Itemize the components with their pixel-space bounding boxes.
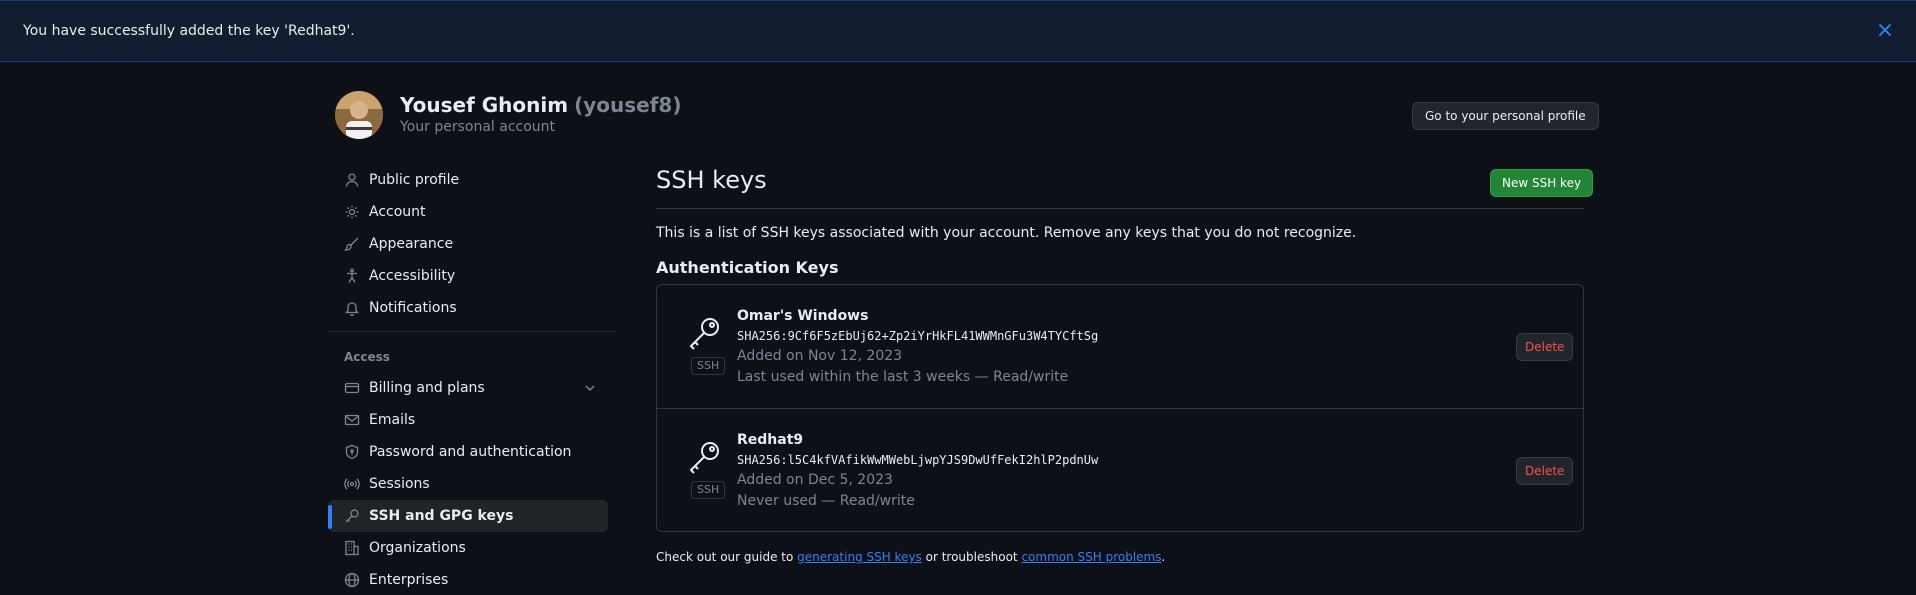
sidebar-item-organizations[interactable]: Organizations [328,533,608,563]
key-added-date: Added on Dec 5, 2023 [737,472,893,488]
ssh-keys-list: SSH Omar's Windows SHA256:9Cf6F5zEbUj62+… [656,284,1584,532]
user-handle: (yousef8) [574,93,682,117]
sidebar-divider [328,331,616,332]
sidebar-item-sessions[interactable]: Sessions [328,469,608,499]
help-text-suffix: . [1161,550,1166,564]
ssh-keys-description: This is a list of SSH keys associated wi… [656,225,1357,241]
sidebar-item-notifications[interactable]: Notifications [328,293,608,323]
avatar[interactable] [335,91,383,139]
sidebar-item-label: Appearance [369,236,454,252]
title-divider [656,208,1584,209]
accessibility-icon [344,268,360,284]
sidebar-item-public-profile[interactable]: Public profile [328,165,608,195]
authentication-keys-heading: Authentication Keys [656,258,839,277]
sidebar-item-emails[interactable]: Emails [328,405,608,435]
common-ssh-problems-link[interactable]: common SSH problems [1021,550,1161,564]
delete-key-button[interactable]: Delete [1516,333,1574,361]
chevron-down-icon[interactable] [582,380,598,396]
sidebar-item-ssh-gpg-keys[interactable]: SSH and GPG keys [328,500,608,532]
shield-lock-icon [344,444,360,460]
sidebar-item-label: Password and authentication [369,444,572,460]
key-icon [687,439,723,475]
ssh-help-note: Check out our guide to generating SSH ke… [656,550,1165,564]
sidebar-item-label: Accessibility [369,268,456,284]
gear-icon [344,204,360,220]
sidebar-item-appearance[interactable]: Appearance [328,229,608,259]
sidebar-item-label: Organizations [369,540,466,556]
globe-icon [344,572,360,588]
page-title: SSH keys [656,166,767,194]
person-icon [344,172,360,188]
sidebar-item-label: Emails [369,412,416,428]
user-name: Yousef Ghonim (yousef8) [400,93,682,117]
account-header: Yousef Ghonim (yousef8) Your personal acc… [335,91,1599,141]
key-icon [344,508,360,524]
list-item: SSH Omar's Windows SHA256:9Cf6F5zEbUj62+… [657,285,1583,408]
mail-icon [344,412,360,428]
sidebar-item-password[interactable]: Password and authentication [328,437,608,467]
go-to-profile-button[interactable]: Go to your personal profile [1412,102,1599,130]
list-item: SSH Redhat9 SHA256:l5C4kfVAfikWwMWebLjwp… [657,408,1583,532]
flash-message: You have successfully added the key 'Red… [23,23,355,39]
sidebar-item-label: Sessions [369,476,430,492]
sidebar-item-label: Account [369,204,426,220]
sidebar-item-account[interactable]: Account [328,197,608,227]
bell-icon [344,300,360,316]
organization-icon [344,540,360,556]
help-text-middle: or troubleshoot [921,550,1022,564]
delete-key-button[interactable]: Delete [1516,457,1574,485]
sidebar-section-access: Access [344,350,390,364]
account-subtitle: Your personal account [400,119,556,135]
key-title: Redhat9 [737,432,804,448]
key-added-date: Added on Nov 12, 2023 [737,348,903,364]
sidebar-item-label: Notifications [369,300,457,316]
key-fingerprint: SHA256:l5C4kfVAfikWwMWebLjwpYJS9DwUfFekI… [737,453,1099,467]
close-icon[interactable] [1876,21,1894,39]
key-type-badge: SSH [691,481,726,499]
sidebar-item-billing[interactable]: Billing and plans [328,373,608,403]
key-fingerprint: SHA256:9Cf6F5zEbUj62+Zp2iYrHkFL41WWMnGFu… [737,329,1099,343]
flash-banner: You have successfully added the key 'Red… [0,0,1916,62]
sidebar-item-label: Enterprises [369,572,449,588]
key-icon [687,315,723,351]
key-last-used: Last used within the last 3 weeks — Read… [737,369,1069,385]
help-text-prefix: Check out our guide to [656,550,798,564]
sidebar-item-accessibility[interactable]: Accessibility [328,261,608,291]
key-last-used: Never used — Read/write [737,493,915,509]
key-type-badge: SSH [691,357,726,375]
sidebar-item-label: SSH and GPG keys [369,508,514,524]
sidebar-item-label: Public profile [369,172,460,188]
sidebar-item-label: Billing and plans [369,380,485,396]
generating-ssh-keys-link[interactable]: generating SSH keys [797,550,922,564]
paintbrush-icon [344,236,360,252]
new-ssh-key-button[interactable]: New SSH key [1490,169,1594,197]
key-title: Omar's Windows [737,308,869,324]
credit-card-icon [344,380,360,396]
broadcast-icon [344,476,360,492]
